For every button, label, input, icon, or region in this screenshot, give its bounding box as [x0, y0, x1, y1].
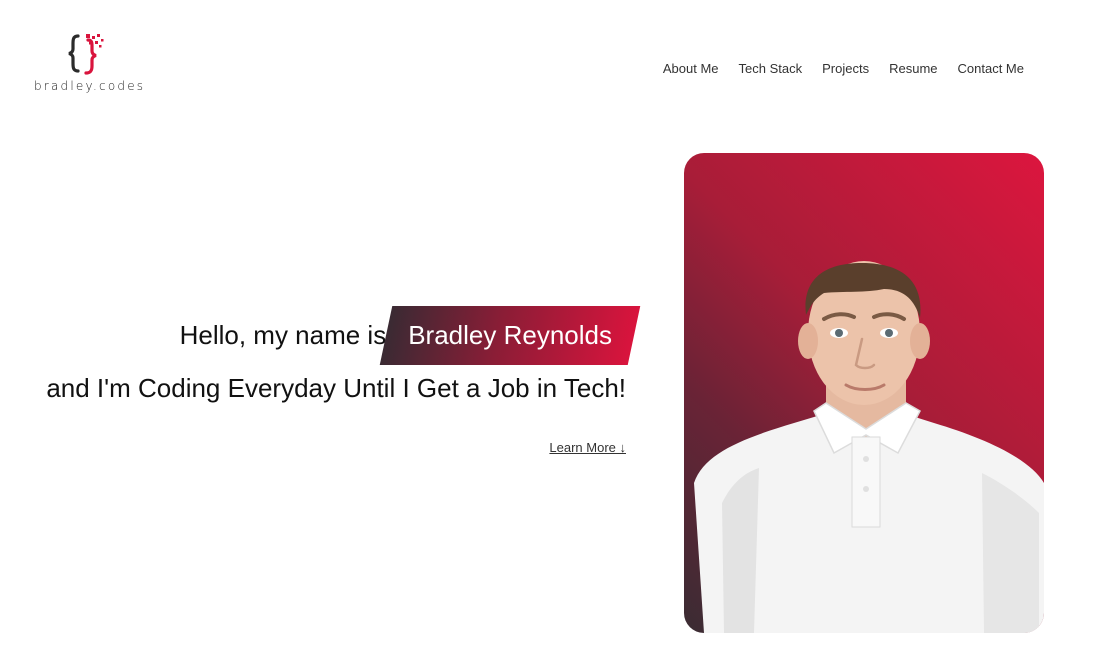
nav-link-resume[interactable]: Resume [889, 61, 937, 76]
hero-heading: Hello, my name is Bradley Reynolds [46, 306, 634, 365]
nav-link-about-me[interactable]: About Me [663, 61, 719, 76]
nav-link-tech-stack[interactable]: Tech Stack [739, 61, 803, 76]
main-nav: About Me Tech Stack Projects Resume Cont… [663, 61, 1024, 76]
logo-link[interactable]: bradley.codes [34, 30, 144, 96]
curly-braces-logo-icon [68, 34, 104, 75]
nav-link-projects[interactable]: Projects [822, 61, 869, 76]
hero-section: Hello, my name is Bradley Reynolds and I… [46, 306, 634, 457]
learn-more-link[interactable]: Learn More ↓ [549, 440, 626, 455]
page: bradley.codes About Me Tech Stack Projec… [0, 0, 1110, 662]
logo-text: bradley.codes [34, 79, 146, 93]
person-portrait-illustration [694, 261, 1044, 633]
hero-greeting: Hello, my name is [179, 320, 387, 350]
hero-name-badge: Bradley Reynolds [386, 306, 634, 365]
hero-tagline: and I'm Coding Everyday Until I Get a Jo… [46, 373, 626, 403]
nav-link-contact-me[interactable]: Contact Me [958, 61, 1024, 76]
profile-photo [684, 153, 1044, 633]
